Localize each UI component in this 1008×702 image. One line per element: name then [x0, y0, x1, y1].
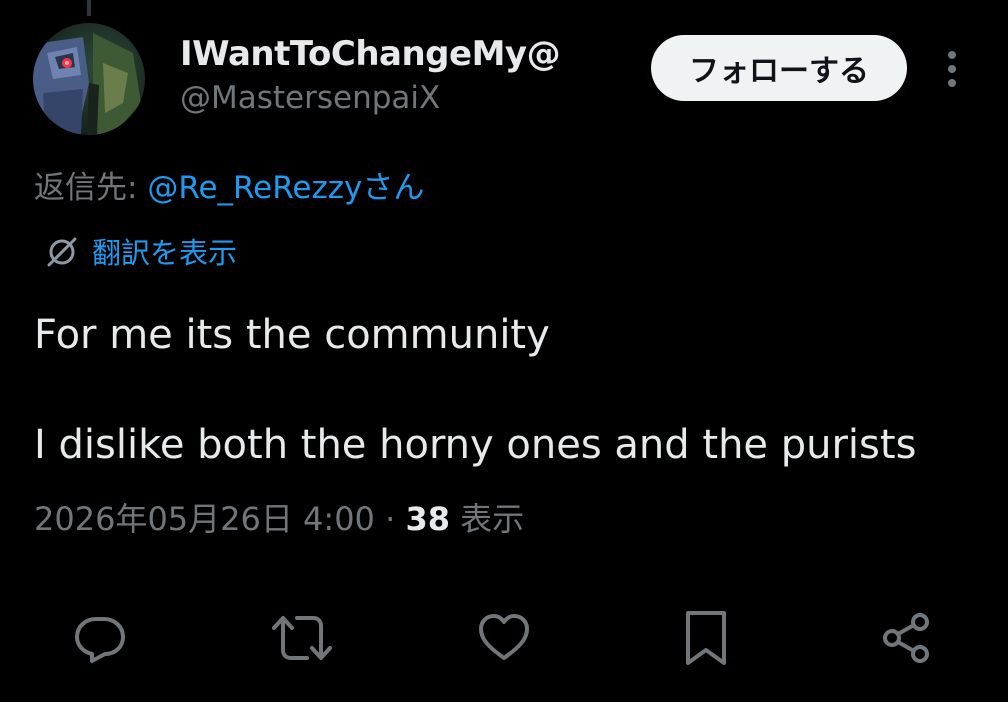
more-vertical-icon [948, 51, 956, 87]
thread-connector-line [87, 0, 91, 16]
views-count[interactable]: 38 [405, 500, 450, 538]
reply-to-mention[interactable]: @Re_ReRezzy [147, 170, 362, 206]
reply-to-line: 返信先: @Re_ReRezzyさん [34, 162, 424, 207]
bookmark-icon [686, 611, 726, 665]
show-translation-button[interactable]: 翻訳を表示 [44, 230, 237, 272]
post-text-line: I dislike both the horny ones and the pu… [34, 422, 917, 468]
more-options-button[interactable] [935, 44, 969, 94]
bookmark-button[interactable] [674, 606, 738, 670]
translate-icon [47, 237, 77, 267]
post-text: For me its the community I dislike both … [34, 308, 974, 473]
meta-separator: · [374, 500, 406, 538]
post-timestamp[interactable]: 2026年05月26日 4:00 [34, 500, 375, 538]
reply-to-prefix: 返信先: [34, 170, 148, 206]
reply-button[interactable] [68, 606, 132, 670]
post-text-line: For me its the community [34, 312, 550, 358]
avatar[interactable] [33, 23, 145, 135]
reply-to-suffix[interactable]: さん [362, 170, 424, 206]
views-label[interactable]: 表示 [450, 500, 524, 538]
author-display-name[interactable]: IWantToChangeMy@ [180, 34, 561, 74]
heart-icon [479, 614, 529, 660]
author-handle[interactable]: @MastersenpaiX [180, 80, 440, 116]
follow-button[interactable]: フォローする [651, 35, 907, 101]
show-translation-label: 翻訳を表示 [92, 236, 238, 270]
reply-icon [75, 617, 125, 663]
repost-button[interactable] [270, 606, 334, 670]
repost-icon [272, 616, 332, 660]
avatar-robot-character-icon [33, 23, 145, 135]
share-button[interactable] [874, 606, 938, 670]
like-button[interactable] [472, 606, 536, 670]
post-meta: 2026年05月26日 4:00 · 38 表示 [34, 494, 524, 540]
action-bar [0, 606, 1008, 670]
share-icon [883, 613, 929, 663]
